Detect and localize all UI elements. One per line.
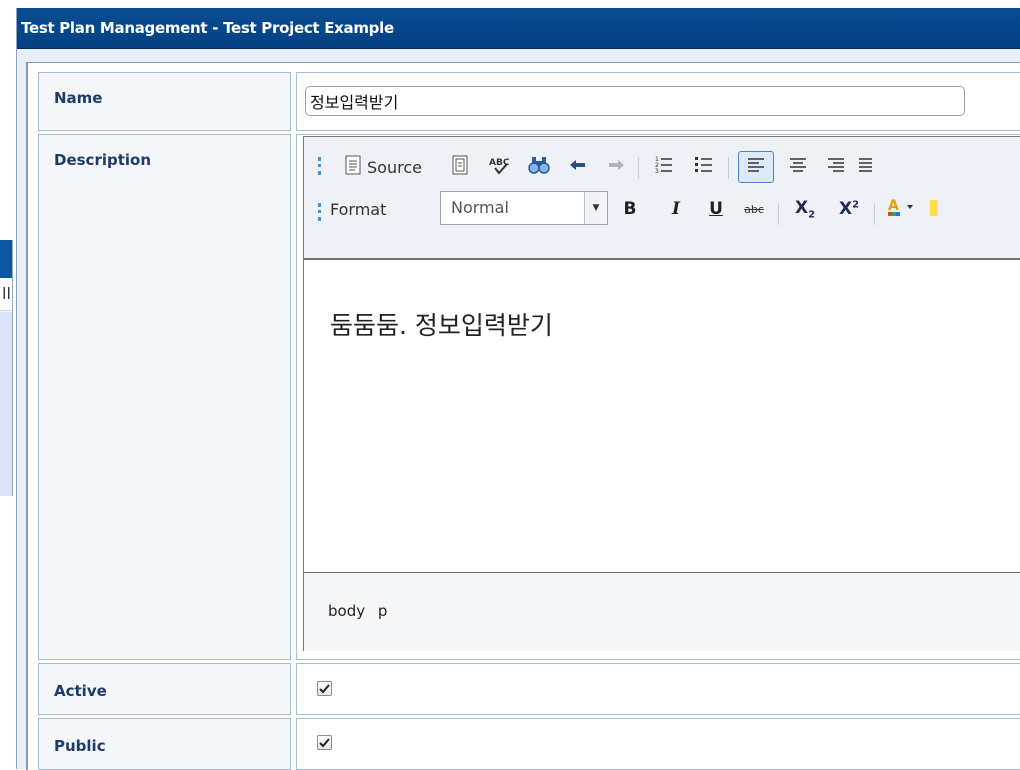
underline-button[interactable]: U	[700, 195, 732, 223]
undo-icon	[568, 157, 588, 177]
public-value-cell	[296, 718, 1020, 770]
subscript-icon: X2	[794, 197, 816, 221]
templates-button[interactable]	[444, 153, 476, 181]
superscript-icon: X2	[838, 199, 860, 219]
strikethrough-icon: abc	[744, 202, 764, 216]
dialog-titlebar[interactable]: Test Plan Management - Test Project Exam…	[17, 8, 1020, 49]
align-right-button[interactable]	[820, 153, 852, 181]
italic-button[interactable]: I	[660, 195, 692, 223]
editor-element-path: body p	[304, 573, 1020, 651]
redo-icon	[606, 157, 626, 177]
bold-button[interactable]: B	[614, 195, 646, 223]
background-window-text: ll	[2, 284, 11, 303]
element-path-text[interactable]: body p	[328, 602, 387, 620]
toolbar-separator	[728, 157, 729, 179]
italic-icon: I	[672, 199, 680, 219]
description-label-cell: Description	[38, 134, 291, 660]
subscript-button[interactable]: X2	[786, 195, 824, 223]
public-label: Public	[54, 737, 106, 755]
underline-icon: U	[709, 199, 723, 219]
background-color-button[interactable]	[928, 195, 938, 223]
numbered-list-icon: 123	[655, 155, 673, 179]
align-right-icon	[827, 156, 845, 178]
name-label-cell: Name	[38, 72, 291, 131]
superscript-button[interactable]: X2	[830, 195, 868, 223]
editor-content-area[interactable]: 둠둠둠. 정보입력받기	[304, 258, 1020, 573]
editor-toolbar-1: Source ABC 1 2 3	[304, 145, 1020, 189]
public-checkbox[interactable]	[317, 735, 332, 750]
dialog-title: Test Plan Management - Test Project Exam…	[21, 19, 394, 37]
find-icon	[528, 155, 550, 179]
toolbar-separator	[778, 203, 779, 225]
editor-content-text: 둠둠둠. 정보입력받기	[330, 311, 553, 340]
active-checkbox[interactable]	[317, 681, 332, 696]
active-label: Active	[54, 682, 107, 700]
toolbar-grip[interactable]	[318, 157, 324, 175]
svg-text:A: A	[888, 198, 899, 214]
toolbar-separator	[874, 203, 875, 225]
bold-icon: B	[623, 199, 637, 219]
background-window-titlebar	[0, 240, 12, 278]
undo-button[interactable]	[562, 153, 594, 181]
align-center-icon	[789, 156, 807, 178]
numbered-list-button[interactable]: 123	[648, 153, 680, 181]
justify-button[interactable]	[858, 153, 872, 181]
source-button[interactable]: Source	[328, 153, 438, 181]
text-color-button[interactable]: A	[882, 195, 922, 223]
align-left-button[interactable]	[738, 151, 774, 183]
description-editor: Source ABC 1 2 3 Format Normal ▼ B I U a…	[303, 136, 1020, 651]
name-label: Name	[54, 89, 103, 107]
description-label: Description	[54, 151, 152, 169]
checkmark-icon	[319, 733, 330, 752]
svg-text:ABC: ABC	[489, 158, 510, 168]
svg-text:3: 3	[655, 168, 659, 175]
align-left-icon	[747, 156, 765, 178]
spellcheck-button[interactable]: ABC	[482, 153, 518, 181]
name-input[interactable]	[305, 86, 965, 116]
source-label: Source	[367, 157, 422, 177]
background-window-panel	[0, 312, 12, 496]
spellcheck-icon: ABC	[488, 154, 512, 180]
redo-button[interactable]	[600, 153, 632, 181]
active-value-cell	[296, 663, 1020, 715]
text-color-icon: A	[887, 196, 917, 222]
find-button[interactable]	[522, 153, 556, 181]
public-label-cell: Public	[38, 718, 291, 770]
background-color-icon	[928, 196, 938, 222]
source-icon	[344, 155, 362, 179]
active-label-cell: Active	[38, 663, 291, 715]
justify-icon	[858, 156, 872, 178]
background-window: ll	[0, 240, 13, 496]
checkmark-icon	[319, 679, 330, 698]
bulleted-list-button[interactable]	[688, 153, 720, 181]
toolbar-separator	[638, 157, 639, 179]
templates-icon	[451, 155, 469, 179]
align-center-button[interactable]	[782, 153, 814, 181]
test-plan-dialog: Test Plan Management - Test Project Exam…	[16, 8, 1020, 770]
editor-toolbar-2-buttons: B I U abc X2 X2 A	[304, 191, 1020, 235]
strikethrough-button[interactable]: abc	[738, 195, 770, 223]
bulleted-list-icon	[695, 155, 713, 179]
